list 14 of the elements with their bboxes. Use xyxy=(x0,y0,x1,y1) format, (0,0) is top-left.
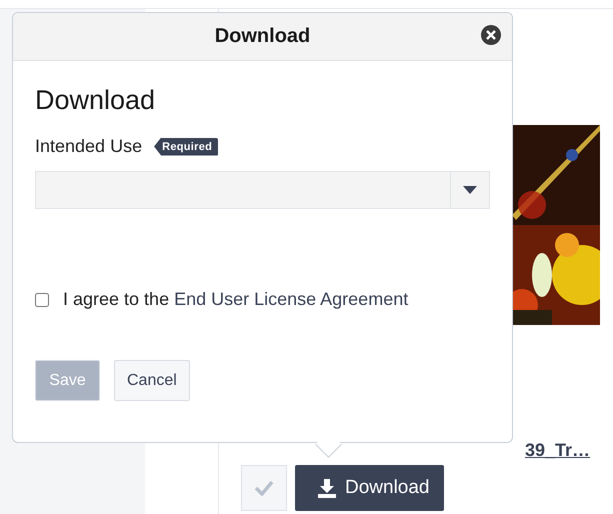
file-name-link[interactable]: 39_Tr… xyxy=(524,440,600,461)
check-icon xyxy=(254,480,274,496)
required-badge: Required xyxy=(154,138,218,156)
close-icon[interactable] xyxy=(481,25,501,45)
agreement-text: I agree to the End User License Agreement xyxy=(63,289,408,310)
download-button[interactable]: Download xyxy=(295,465,444,511)
field-label: Intended Use xyxy=(35,136,142,157)
license-link[interactable]: End User License Agreement xyxy=(174,289,408,309)
cancel-button[interactable]: Cancel xyxy=(114,360,190,401)
caret-icon xyxy=(463,186,477,194)
dialog-heading: Download xyxy=(35,85,156,116)
download-icon xyxy=(317,478,337,498)
agree-checkbox[interactable] xyxy=(35,292,49,306)
dialog-title: Download xyxy=(214,25,310,48)
